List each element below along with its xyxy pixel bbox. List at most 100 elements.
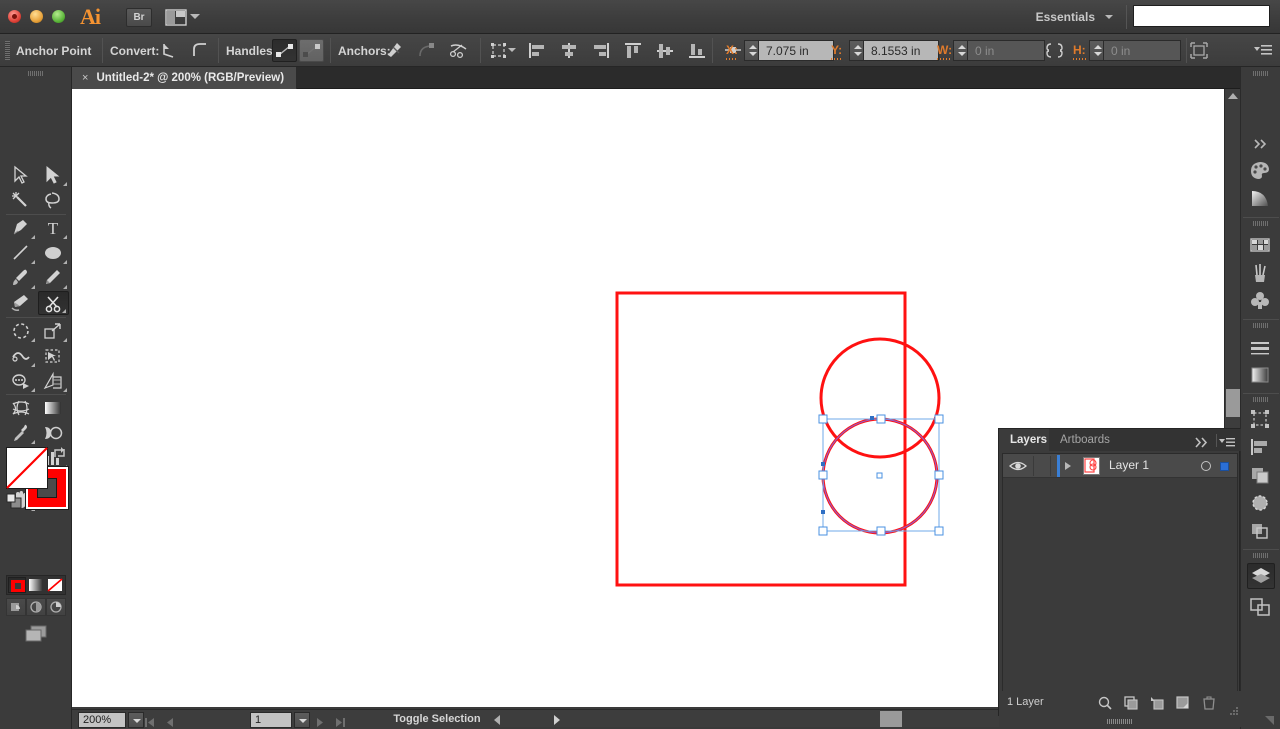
swap-fill-stroke-icon[interactable] bbox=[52, 445, 68, 461]
remove-anchor-icon[interactable] bbox=[384, 40, 406, 61]
panel-menu-icon[interactable] bbox=[1254, 43, 1272, 62]
stroke-panel-icon[interactable] bbox=[1247, 335, 1275, 361]
y-field[interactable]: 8.1553 in bbox=[863, 40, 939, 61]
draw-inside-icon[interactable] bbox=[46, 598, 66, 616]
delete-selection-icon[interactable] bbox=[1201, 695, 1219, 712]
transform-panel-icon[interactable] bbox=[1247, 407, 1275, 433]
scissors-tool[interactable] bbox=[38, 291, 69, 315]
arrange-documents-icon[interactable] bbox=[162, 7, 190, 27]
y-stepper[interactable] bbox=[849, 40, 863, 61]
cut-path-icon[interactable] bbox=[448, 40, 470, 61]
make-clipping-mask-icon[interactable] bbox=[1123, 695, 1141, 712]
page-number-field[interactable]: 1 bbox=[250, 712, 292, 728]
h-stepper[interactable] bbox=[1089, 40, 1103, 61]
x-field[interactable]: 7.075 in bbox=[758, 40, 834, 61]
default-fill-stroke-icon[interactable] bbox=[6, 493, 22, 509]
shape-builder-tool[interactable] bbox=[6, 369, 37, 393]
panel-bottom-grip[interactable] bbox=[999, 715, 1241, 727]
change-screen-mode-icon[interactable] bbox=[22, 623, 50, 643]
align-left-icon[interactable] bbox=[526, 40, 548, 61]
window-resize-grip[interactable] bbox=[1265, 716, 1274, 725]
close-icon[interactable]: × bbox=[82, 73, 88, 84]
panel-menu-icon[interactable] bbox=[1219, 435, 1235, 453]
pen-tool[interactable] bbox=[6, 216, 37, 240]
create-new-sublayer-icon[interactable] bbox=[1149, 695, 1167, 712]
zoom-level-dropdown[interactable] bbox=[128, 712, 144, 728]
lasso-tool[interactable] bbox=[38, 188, 69, 212]
horizontal-scroll-thumb[interactable] bbox=[880, 711, 902, 727]
fill-and-stroke-widget[interactable] bbox=[6, 447, 66, 509]
close-button[interactable] bbox=[8, 10, 21, 23]
zoom-level-field[interactable]: 200% bbox=[78, 712, 126, 728]
gradient-panel-icon[interactable] bbox=[1247, 363, 1275, 389]
lock-toggle[interactable] bbox=[1033, 456, 1051, 476]
w-field[interactable]: 0 in bbox=[967, 40, 1045, 61]
panel-resize-grip[interactable] bbox=[1229, 703, 1239, 713]
swatches-panel-icon[interactable] bbox=[1247, 233, 1275, 259]
line-segment-tool[interactable] bbox=[6, 241, 37, 265]
align-top-icon[interactable] bbox=[622, 40, 644, 61]
connect-anchors-icon[interactable] bbox=[416, 40, 438, 61]
brushes-panel-icon[interactable] bbox=[1247, 261, 1275, 287]
show-handles-icon[interactable] bbox=[272, 39, 297, 62]
convert-to-smooth-icon[interactable] bbox=[190, 40, 212, 61]
locate-object-icon[interactable] bbox=[1097, 695, 1115, 712]
draw-normal-icon[interactable] bbox=[6, 598, 26, 616]
w-stepper[interactable] bbox=[953, 40, 967, 61]
appearance-panel-icon[interactable] bbox=[1247, 519, 1275, 545]
pencil-tool[interactable] bbox=[38, 266, 69, 290]
dock-group-grip[interactable] bbox=[1253, 397, 1269, 402]
type-tool[interactable]: T bbox=[38, 216, 69, 240]
layer-name[interactable]: Layer 1 bbox=[1109, 458, 1149, 472]
layers-list[interactable]: Layer 1 bbox=[1002, 453, 1238, 711]
layer-row[interactable]: Layer 1 bbox=[1003, 454, 1237, 478]
x-stepper[interactable] bbox=[744, 40, 758, 61]
tab-artboards[interactable]: Artboards bbox=[1049, 429, 1121, 451]
none-mode-icon[interactable] bbox=[46, 577, 64, 593]
gradient-tool[interactable] bbox=[38, 396, 69, 420]
symbols-panel-icon[interactable] bbox=[1247, 289, 1275, 315]
search-input[interactable] bbox=[1133, 5, 1270, 27]
align-panel-icon[interactable] bbox=[1247, 435, 1275, 461]
page-number-dropdown[interactable] bbox=[294, 712, 310, 728]
gradient-mode-icon[interactable] bbox=[27, 577, 45, 593]
previous-page-icon[interactable] bbox=[164, 715, 176, 729]
control-panel-grip[interactable] bbox=[5, 41, 10, 60]
selection-indicator[interactable] bbox=[1220, 462, 1229, 471]
constrain-proportions-icon[interactable] bbox=[1044, 40, 1066, 61]
arrange-caret-icon[interactable] bbox=[190, 14, 200, 19]
ellipse-tool[interactable] bbox=[38, 241, 69, 265]
align-options-caret-icon[interactable] bbox=[508, 48, 516, 52]
fill-color-swatch[interactable] bbox=[6, 447, 48, 489]
align-right-icon[interactable] bbox=[590, 40, 612, 61]
rotate-tool[interactable] bbox=[6, 319, 37, 343]
selection-tool[interactable] bbox=[6, 163, 37, 187]
minimize-button[interactable] bbox=[30, 10, 43, 23]
dock-group-grip[interactable] bbox=[1253, 221, 1269, 226]
hide-handles-icon[interactable] bbox=[299, 39, 324, 62]
align-to-selection-icon[interactable] bbox=[488, 40, 510, 61]
first-page-icon[interactable] bbox=[144, 715, 156, 729]
blend-tool[interactable] bbox=[38, 421, 69, 445]
paintbrush-tool[interactable] bbox=[6, 266, 37, 290]
blob-brush-tool[interactable] bbox=[6, 291, 37, 315]
color-panel-icon[interactable] bbox=[1247, 159, 1275, 185]
free-transform-tool[interactable] bbox=[38, 344, 69, 368]
vertical-scroll-thumb[interactable] bbox=[1226, 389, 1240, 417]
width-tool[interactable] bbox=[6, 344, 37, 368]
dock-group-grip[interactable] bbox=[1253, 553, 1269, 558]
tools-panel-grip[interactable] bbox=[28, 71, 44, 76]
scale-tool[interactable] bbox=[38, 319, 69, 343]
chevron-down-icon[interactable] bbox=[1105, 15, 1113, 19]
h-field[interactable]: 0 in bbox=[1103, 40, 1181, 61]
layers-panel-icon[interactable] bbox=[1247, 563, 1275, 589]
workspace-switcher[interactable]: Essentials bbox=[1036, 7, 1095, 27]
status-menu-icon[interactable] bbox=[554, 715, 560, 725]
magic-wand-tool[interactable] bbox=[6, 188, 37, 212]
document-tab[interactable]: × Untitled-2* @ 200% (RGB/Preview) bbox=[72, 67, 297, 89]
direct-selection-tool[interactable] bbox=[38, 163, 69, 187]
align-horizontal-center-icon[interactable] bbox=[558, 40, 580, 61]
go-to-bridge-button[interactable]: Br bbox=[126, 8, 152, 27]
create-new-layer-icon[interactable] bbox=[1175, 695, 1193, 712]
artboards-panel-icon[interactable] bbox=[1247, 595, 1275, 621]
